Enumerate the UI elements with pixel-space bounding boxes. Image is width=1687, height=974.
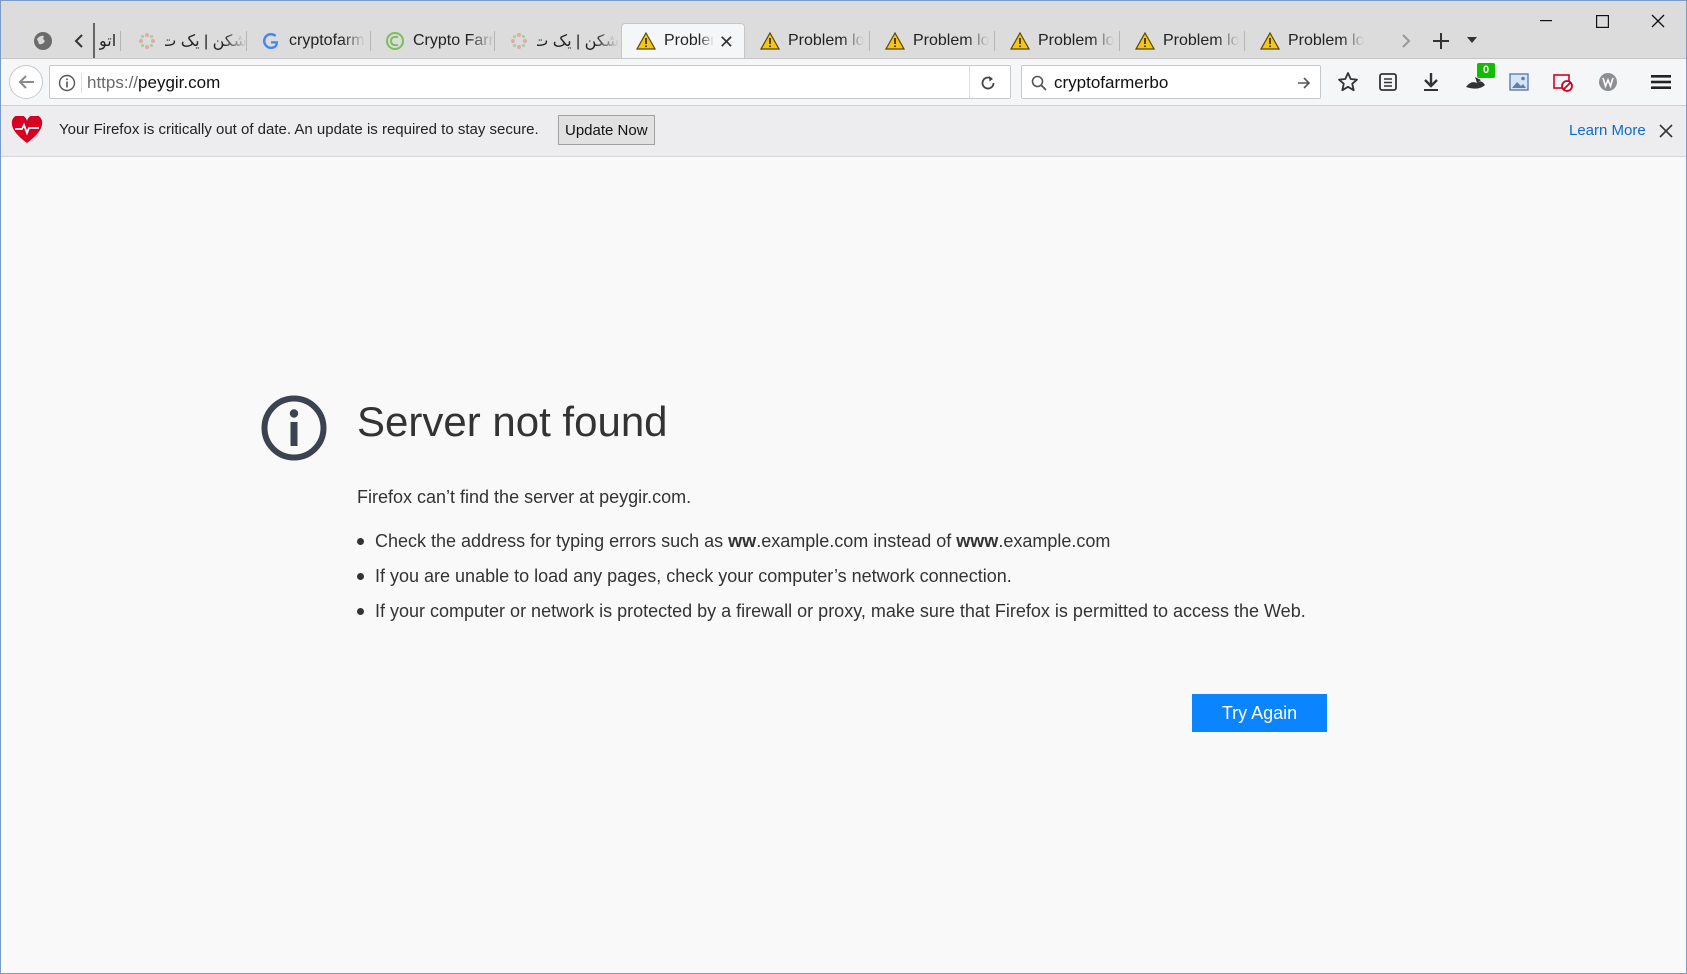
tab-separator — [994, 31, 995, 51]
tab-label: اتو — [99, 32, 117, 50]
new-tab-plus-icon[interactable] — [1427, 27, 1455, 55]
error-suggestions-list: Check the address for typing errors such… — [357, 528, 1327, 633]
url-bar[interactable]: https://peygir.com — [49, 65, 1011, 99]
tab-label: Problem lo — [1038, 31, 1115, 49]
tab-label: Probler — [664, 32, 714, 49]
close-window-button[interactable] — [1630, 1, 1686, 41]
tab-problem-loading[interactable]: Problem lo — [871, 23, 995, 58]
search-go-arrow-icon[interactable] — [1294, 73, 1314, 93]
all-tabs-dropdown-icon[interactable] — [1461, 29, 1483, 51]
maximize-window-button[interactable] — [1574, 1, 1630, 41]
tab-label: Problem lo — [913, 31, 990, 49]
update-notification-bar: Your Firefox is critically out of date. … — [1, 106, 1686, 157]
download-arrow-icon[interactable] — [1418, 69, 1444, 95]
site-info-icon[interactable] — [56, 72, 78, 94]
extension-hat-icon[interactable]: 0 — [1461, 63, 1495, 97]
url-divider — [81, 73, 82, 93]
extension-w-icon[interactable] — [1595, 69, 1621, 95]
browser-window: اتو شکن | یک ت cryptofarm Crypto Farr شک… — [0, 0, 1687, 974]
close-tab-icon[interactable]: ✕ — [719, 32, 734, 53]
url-text[interactable]: https://peygir.com — [87, 73, 220, 93]
reading-list-icon[interactable] — [1375, 69, 1401, 95]
tab-crypto-farm[interactable]: Crypto Farr — [371, 23, 495, 58]
tab-label: Problem lo — [1163, 31, 1240, 49]
url-divider — [969, 66, 970, 98]
site-favicon — [509, 31, 529, 51]
google-icon — [261, 31, 281, 51]
search-bar[interactable]: cryptofarmerbo — [1021, 65, 1321, 99]
navigation-toolbar: https://peygir.com cryptofarmerbo 0 — [1, 59, 1686, 106]
update-now-button[interactable]: Update Now — [558, 115, 655, 145]
heart-monitor-icon — [11, 114, 43, 146]
tab-separator — [1119, 31, 1120, 51]
minimize-window-button[interactable] — [1518, 1, 1574, 41]
tab-label: شکن | یک ت — [165, 32, 247, 50]
tab-label: Problem lo — [788, 31, 865, 49]
tab-strip: اتو شکن | یک ت cryptofarm Crypto Farr شک… — [1, 1, 1686, 59]
tab-separator — [1244, 31, 1245, 51]
suggestion-text: .example.com — [998, 531, 1111, 551]
site-favicon — [137, 31, 157, 51]
notification-message: Your Firefox is critically out of date. … — [59, 121, 539, 138]
reload-icon[interactable] — [976, 71, 1000, 95]
image-extension-icon[interactable] — [1506, 69, 1532, 95]
try-again-button[interactable]: Try Again — [1192, 694, 1327, 732]
tab-problem-loading[interactable]: Problem lo — [1246, 23, 1370, 58]
tab-shekan-1[interactable]: شکن | یک ت — [123, 23, 247, 58]
tab-label: شکن | یک ت — [537, 32, 619, 50]
search-input[interactable]: cryptofarmerbo — [1054, 73, 1168, 93]
close-notification-icon[interactable] — [1654, 119, 1678, 143]
search-icon — [1029, 73, 1049, 93]
warning-icon — [885, 31, 905, 51]
error-suggestion: If your computer or network is protected… — [357, 598, 1327, 624]
error-suggestion: If you are unable to load any pages, che… — [357, 563, 1327, 589]
suggestion-text: Check the address for typing errors such… — [375, 531, 729, 551]
error-suggestion: Check the address for typing errors such… — [357, 528, 1327, 554]
tab-label: cryptofarm — [289, 31, 365, 49]
suggestion-bold: ww — [728, 531, 757, 551]
tab-separator — [869, 31, 870, 51]
tab-problem-loading[interactable]: Problem lo — [746, 23, 870, 58]
warning-icon — [760, 31, 780, 51]
hamburger-menu-icon[interactable] — [1647, 69, 1675, 95]
error-page: Server not found Firefox can’t find the … — [1, 157, 1686, 973]
block-extension-icon[interactable] — [1550, 69, 1576, 95]
error-title: Server not found — [357, 398, 668, 445]
tab-problem-loading[interactable]: Problem lo — [996, 23, 1120, 58]
tab-google-search[interactable]: cryptofarm — [247, 23, 371, 58]
learn-more-link[interactable]: Learn More — [1569, 122, 1646, 139]
info-icon — [261, 395, 327, 461]
error-description: Firefox can’t find the server at peygir.… — [357, 487, 692, 507]
tab-scroll-left-button[interactable] — [67, 29, 91, 53]
firefox-globe-icon[interactable] — [29, 29, 57, 53]
warning-icon — [1010, 31, 1030, 51]
tab-scroll-right-button[interactable] — [1394, 29, 1418, 53]
back-arrow-icon[interactable] — [9, 65, 43, 99]
tab-separator — [120, 31, 121, 51]
bookmark-star-icon[interactable] — [1335, 69, 1361, 95]
tab-label: Problem lo — [1288, 31, 1365, 49]
crypto-farm-icon — [385, 31, 405, 51]
tab-label: Crypto Farr — [413, 31, 494, 49]
tab-shekan-2[interactable]: شکن | یک ت — [495, 23, 619, 58]
suggestion-text: .example.com instead of — [756, 531, 957, 551]
warning-icon — [1260, 31, 1280, 51]
tab-problem-loading[interactable]: Problem lo — [1121, 23, 1245, 58]
warning-icon — [636, 31, 656, 51]
extension-badge: 0 — [1477, 63, 1495, 78]
warning-icon — [1135, 31, 1155, 51]
url-protocol: https:// — [87, 73, 139, 92]
tab-partial[interactable]: اتو — [93, 23, 121, 58]
suggestion-bold: www — [956, 531, 999, 551]
url-host: peygir.com — [138, 73, 221, 92]
tab-problem-loading-selected[interactable]: Probler ✕ — [621, 23, 745, 58]
